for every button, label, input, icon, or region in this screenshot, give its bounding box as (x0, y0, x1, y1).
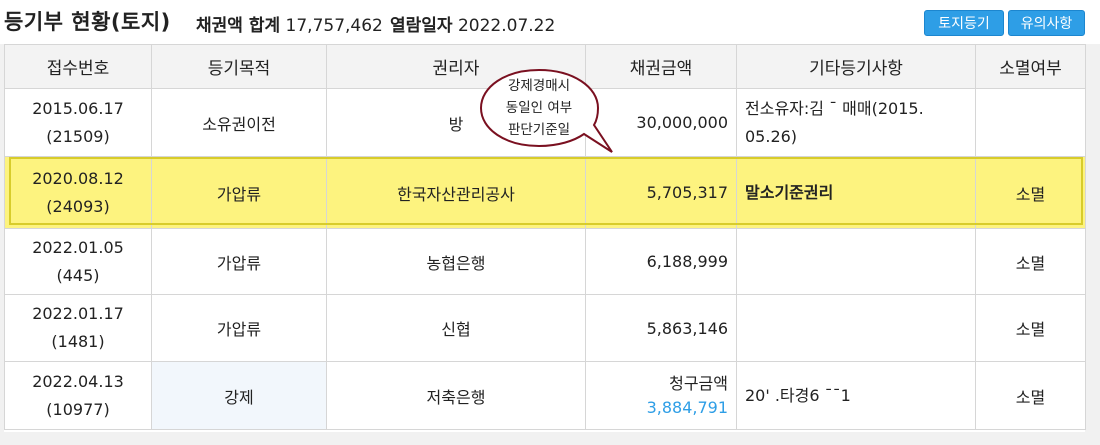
holder-cell: 농협은행 (326, 228, 586, 295)
col-header-status: 소멸여부 (975, 44, 1086, 89)
annotation-bubble: 강제경매시 동일인 여부 판단기준일 (479, 68, 614, 154)
receipt-number: (445) (56, 265, 100, 285)
page-title: 등기부 현황(토지) (4, 10, 171, 34)
receipt-number: (1481) (51, 332, 105, 351)
receipt-date: 2022.01.05 (32, 237, 124, 257)
receipt-date: 2022.01.17 (32, 304, 124, 323)
receipt-cell: 2022.01.17 (1481) (4, 294, 152, 362)
note-cell (736, 228, 976, 295)
receipt-number: (24093) (46, 196, 110, 216)
note-cell (736, 294, 976, 362)
purpose-cell: 가압류 (151, 156, 327, 229)
status-cell: 소멸 (975, 228, 1086, 295)
table-row: 2022.04.13 (10977) 강제 저축은행 청구금액 3,884,79… (4, 361, 1086, 430)
col-header-receipt: 접수번호 (4, 44, 152, 89)
annotation-text: 강제경매시 동일인 여부 판단기준일 (479, 68, 599, 148)
amount-cell: 5,863,146 (585, 294, 737, 362)
amount-cell: 6,188,999 (585, 228, 737, 295)
holder-cell: 신협 (326, 294, 586, 362)
receipt-cell: 2022.01.05 (445) (4, 228, 152, 295)
land-registry-button[interactable]: 토지등기 (924, 10, 1004, 36)
annotation-line: 판단기준일 (507, 122, 571, 138)
status-cell: 소멸 (975, 361, 1086, 430)
purpose-cell: 강제 (151, 361, 327, 430)
col-header-purpose: 등기목적 (151, 44, 327, 89)
amount-cell: 5,705,317 (585, 156, 737, 229)
col-header-note: 기타등기사항 (736, 44, 976, 89)
receipt-number: (21509) (46, 126, 110, 146)
annotation-line: 강제경매시 (507, 78, 571, 94)
claim-total-label: 채권액 합계 (196, 16, 281, 36)
table-row-highlighted: 2020.08.12 (24093) 가압류 한국자산관리공사 5,705,31… (4, 156, 1086, 229)
claim-amount-label: 청구금액 (669, 373, 728, 393)
notes-button[interactable]: 유의사항 (1008, 10, 1085, 36)
receipt-date: 2015.06.17 (32, 98, 124, 118)
note-line: 05.26) (745, 126, 798, 146)
note-cell: 20' .타경6 ¯¯1 (736, 361, 976, 430)
receipt-date: 2022.04.13 (32, 371, 124, 391)
view-date-value: 2022.07.22 (457, 16, 556, 36)
table-row: 2022.01.05 (445) 가압류 농협은행 6,188,999 소멸 (4, 228, 1086, 295)
receipt-cell: 2015.06.17 (21509) (4, 88, 152, 157)
claim-amount-value: 3,884,791 (646, 397, 728, 417)
holder-cell: 저축은행 (326, 361, 586, 430)
receipt-cell: 2020.08.12 (24093) (4, 156, 152, 229)
purpose-cell: 가압류 (151, 294, 327, 362)
note-cell: 말소기준권리 (736, 156, 976, 229)
purpose-cell: 소유권이전 (151, 88, 327, 157)
receipt-cell: 2022.04.13 (10977) (4, 361, 152, 430)
note-cell: 전소유자:김 ¯ 매매(2015. 05.26) (736, 88, 976, 157)
table-row: 2022.01.17 (1481) 가압류 신협 5,863,146 소멸 (4, 294, 1086, 362)
claim-total: 채권액 합계 17,757,462 (196, 11, 383, 36)
purpose-cell: 가압류 (151, 228, 327, 295)
amount-cell: 청구금액 3,884,791 (585, 361, 737, 430)
view-date: 열람일자 2022.07.22 (390, 11, 555, 36)
receipt-number: (10977) (46, 399, 110, 419)
view-date-label: 열람일자 (390, 16, 453, 36)
status-cell: 소멸 (975, 294, 1086, 362)
status-cell (975, 88, 1086, 157)
note-line: 전소유자:김 ¯ 매매(2015. (745, 98, 924, 118)
holder-cell: 한국자산관리공사 (326, 156, 586, 229)
claim-total-value: 17,757,462 (285, 16, 383, 36)
status-cell: 소멸 (975, 156, 1086, 229)
receipt-date: 2020.08.12 (32, 168, 124, 188)
page-header: 등기부 현황(토지) 채권액 합계 17,757,462 열람일자 2022.0… (0, 0, 1100, 44)
annotation-line: 동일인 여부 (505, 100, 573, 116)
